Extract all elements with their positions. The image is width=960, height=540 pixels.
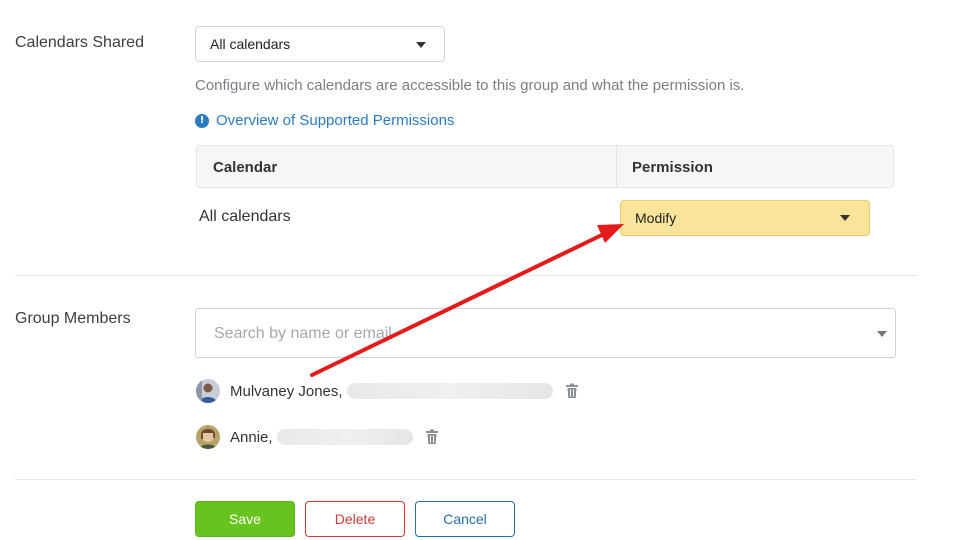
save-button[interactable]: Save [195,501,295,537]
group-members-label: Group Members [15,310,131,327]
avatar [196,425,220,449]
trash-icon[interactable] [565,383,579,399]
member-name: Mulvaney Jones, [230,382,343,400]
section-divider [15,275,916,276]
info-icon: ! [195,113,209,128]
column-header-permission: Permission [632,159,713,176]
column-header-calendar: Calendar [213,159,278,176]
cancel-button[interactable]: Cancel [415,501,515,537]
member-search-field[interactable] [195,308,896,359]
trash-icon[interactable] [425,429,439,445]
permission-select[interactable]: Modify [620,200,870,236]
chevron-down-icon [840,215,850,221]
permission-select-value: Modify [635,210,677,226]
table-row-calendar: All calendars [199,208,291,225]
calendars-select[interactable]: All calendars [195,26,445,62]
avatar [196,379,220,403]
section-divider [15,479,916,480]
member-search-input[interactable] [212,309,856,359]
overview-permissions-link-row[interactable]: ! Overview of Supported Permissions [195,112,454,129]
list-item: Annie, [196,425,439,449]
member-name: Annie, [230,428,273,446]
permissions-table-header: Calendar Permission [196,145,894,188]
column-divider [616,146,617,187]
redacted-email [276,429,413,445]
chevron-down-icon [416,42,426,48]
calendars-help-text: Configure which calendars are accessible… [195,77,745,94]
calendars-shared-label: Calendars Shared [15,34,144,51]
overview-permissions-link[interactable]: Overview of Supported Permissions [216,112,454,129]
calendars-select-value: All calendars [210,36,291,52]
redacted-email [346,383,553,399]
chevron-down-icon[interactable] [877,331,887,337]
delete-button[interactable]: Delete [305,501,405,537]
list-item: Mulvaney Jones, [196,379,579,403]
